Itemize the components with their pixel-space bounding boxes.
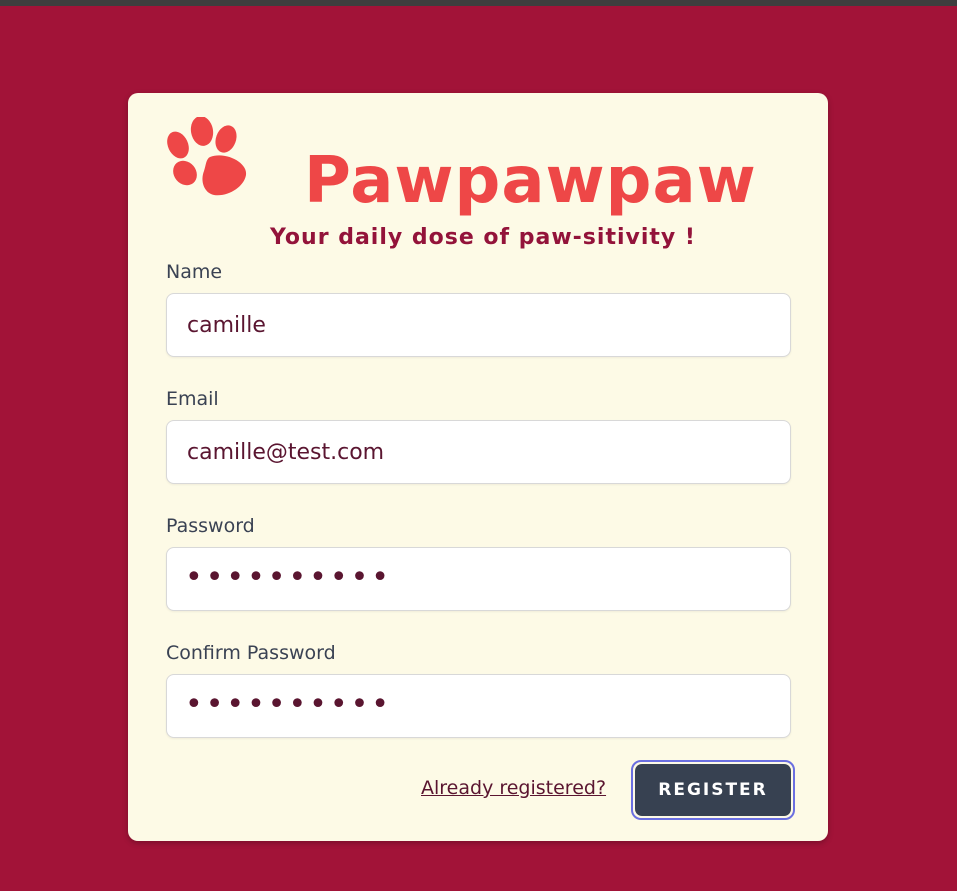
name-label: Name <box>166 261 223 283</box>
tagline: Your daily dose of paw-sitivity ! <box>270 225 696 250</box>
window-top-bar <box>0 0 957 6</box>
confirm-password-input[interactable]: •••••••••• <box>166 674 791 738</box>
logo: Pawpawpaw <box>164 117 764 227</box>
name-input[interactable]: camille <box>166 293 791 357</box>
password-label: Password <box>166 515 255 537</box>
register-card: Pawpawpaw Your daily dose of paw-sitivit… <box>128 93 828 841</box>
already-registered-link[interactable]: Already registered? <box>421 777 606 799</box>
register-button[interactable]: REGISTER <box>635 764 791 816</box>
confirm-password-label: Confirm Password <box>166 642 336 664</box>
email-label: Email <box>166 388 219 410</box>
email-input[interactable]: camille@test.com <box>166 420 791 484</box>
brand-name: Pawpawpaw <box>304 144 757 218</box>
paw-icon <box>167 117 247 196</box>
password-input[interactable]: •••••••••• <box>166 547 791 611</box>
